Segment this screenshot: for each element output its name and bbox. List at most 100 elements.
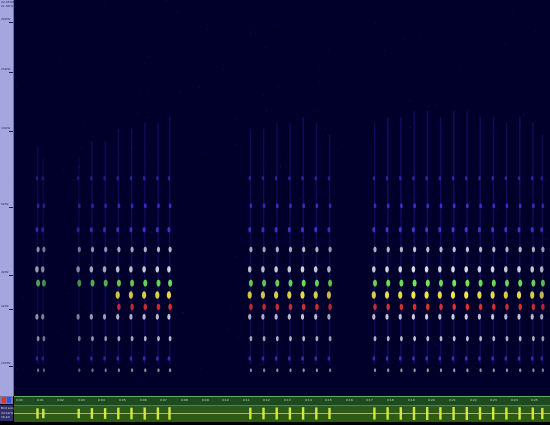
call-harmonic	[169, 368, 172, 373]
call-harmonic	[116, 227, 120, 233]
track-info-panel[interactable]: Bird song 44.1kHz 16-bit	[0, 405, 15, 421]
call-harmonic	[287, 313, 291, 320]
noise-speck	[402, 221, 403, 223]
noise-speck	[347, 95, 349, 97]
noise-speck	[198, 87, 200, 89]
call-harmonic	[491, 279, 496, 287]
frequency-axis[interactable]: 22.050kHz 21.5kHz 20kHz 15kHz 10kHz 5kHz 2kHz 1…	[0, 0, 17, 396]
noise-speck	[263, 94, 265, 96]
call-harmonic	[478, 356, 481, 361]
noise-speck	[365, 194, 367, 196]
noise-speck	[265, 354, 267, 356]
waveform-burst	[373, 407, 376, 420]
call-harmonic	[425, 279, 430, 287]
noise-speck	[140, 279, 142, 281]
noise-speck	[266, 201, 268, 203]
call-harmonic	[531, 246, 536, 253]
noise-speck	[265, 165, 267, 167]
call-streak	[387, 116, 389, 365]
call-harmonic	[399, 303, 404, 311]
waveform-track[interactable]	[14, 405, 550, 422]
call-harmonic	[518, 203, 522, 209]
noise-speck	[477, 166, 479, 167]
mute-button[interactable]	[2, 397, 6, 403]
call-harmonic	[328, 203, 332, 209]
call-harmonic	[117, 246, 121, 253]
call-harmonic	[386, 303, 391, 311]
noise-speck	[368, 184, 370, 186]
noise-speck	[15, 85, 17, 87]
noise-speck	[482, 81, 484, 83]
noise-speck	[139, 92, 141, 94]
call-harmonic	[479, 246, 483, 253]
call-harmonic	[531, 279, 536, 287]
call-harmonic	[104, 336, 108, 342]
call-streak	[439, 116, 442, 365]
call-harmonic	[398, 291, 403, 299]
call-streak	[169, 116, 171, 365]
call-harmonic	[274, 176, 278, 181]
call-harmonic	[327, 266, 331, 273]
noise-speck	[528, 193, 530, 195]
waveform-burst	[426, 407, 429, 420]
noise-speck	[317, 68, 319, 70]
noise-speck	[196, 39, 198, 41]
freq-tick	[9, 22, 13, 23]
call-harmonic	[156, 303, 161, 311]
solo-button[interactable]	[7, 397, 11, 403]
call-harmonic	[168, 279, 173, 287]
call-harmonic	[532, 336, 535, 342]
waveform-burst	[143, 407, 146, 420]
noise-speck	[280, 166, 282, 168]
freq-label: 20kHz	[1, 17, 11, 21]
call-harmonic	[438, 176, 441, 181]
call-harmonic	[439, 303, 443, 311]
call-harmonic	[478, 303, 483, 311]
call-harmonic	[385, 176, 389, 181]
call-streak	[315, 122, 318, 365]
spectrogram-view[interactable]	[14, 0, 550, 396]
noise-speck	[180, 231, 182, 233]
call-harmonic	[314, 313, 318, 320]
noise-speck	[201, 73, 203, 75]
noise-speck	[77, 95, 79, 97]
noise-speck	[260, 325, 262, 327]
waveform-burst	[518, 407, 521, 420]
call-harmonic	[130, 303, 134, 311]
call-harmonic	[274, 356, 278, 361]
call-harmonic	[412, 356, 415, 361]
call-harmonic	[115, 291, 120, 299]
noise-speck	[226, 328, 228, 330]
noise-speck	[436, 268, 438, 270]
call-harmonic	[102, 266, 107, 273]
noise-speck	[536, 66, 538, 68]
call-harmonic	[372, 356, 376, 361]
noise-speck	[299, 198, 301, 200]
noise-speck	[259, 363, 261, 365]
track-controls[interactable]	[0, 396, 13, 404]
call-harmonic	[156, 246, 161, 253]
noise-speck	[436, 372, 438, 374]
call-harmonic	[492, 303, 496, 311]
freq-label: 5kHz	[1, 202, 9, 206]
call-harmonic	[425, 313, 429, 320]
noise-speck	[272, 25, 274, 26]
waveform-burst	[399, 407, 402, 420]
call-streak	[42, 158, 45, 365]
waveform-burst	[452, 407, 455, 420]
noise-speck	[423, 299, 425, 301]
call-harmonic	[129, 227, 133, 233]
call-harmonic	[248, 313, 252, 320]
call-harmonic	[327, 227, 331, 233]
call-harmonic	[90, 356, 93, 361]
call-harmonic	[315, 368, 318, 373]
call-harmonic	[142, 313, 146, 320]
time-label: 0:02	[57, 398, 64, 402]
waveform-burst	[77, 408, 80, 419]
call-harmonic	[262, 303, 266, 311]
call-harmonic	[399, 246, 403, 253]
call-harmonic	[540, 279, 545, 287]
call-harmonic	[477, 266, 482, 273]
noise-speck	[287, 29, 289, 31]
noise-speck	[227, 101, 229, 103]
